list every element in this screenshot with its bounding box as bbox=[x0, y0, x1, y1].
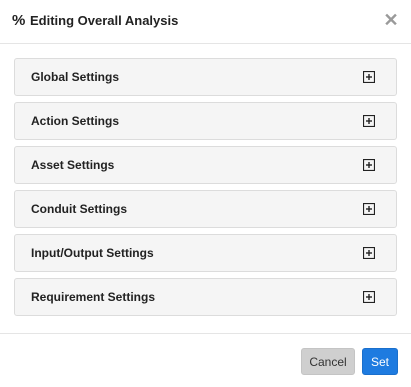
plus-square-icon[interactable] bbox=[363, 291, 375, 303]
panel-input-output-settings[interactable]: Input/Output Settings bbox=[14, 234, 397, 272]
panel-requirement-settings[interactable]: Requirement Settings bbox=[14, 278, 397, 316]
plus-square-icon[interactable] bbox=[363, 203, 375, 215]
panel-label: Conduit Settings bbox=[31, 202, 127, 216]
panel-label: Requirement Settings bbox=[31, 290, 156, 304]
cancel-button[interactable]: Cancel bbox=[301, 348, 355, 375]
dialog-title: Editing Overall Analysis bbox=[30, 13, 179, 28]
panel-global-settings[interactable]: Global Settings bbox=[14, 58, 397, 96]
panel-asset-settings[interactable]: Asset Settings bbox=[14, 146, 397, 184]
plus-square-icon[interactable] bbox=[363, 159, 375, 171]
panel-label: Action Settings bbox=[31, 114, 120, 128]
set-button[interactable]: Set bbox=[362, 348, 398, 375]
settings-panels: Global Settings Action Settings Asset Se… bbox=[14, 58, 397, 322]
dialog-footer: Cancel Set bbox=[0, 333, 411, 387]
close-icon[interactable]: ✕ bbox=[383, 11, 399, 29]
dialog-header: % Editing Overall Analysis ✕ bbox=[0, 0, 411, 44]
plus-square-icon[interactable] bbox=[363, 247, 375, 259]
panel-label: Asset Settings bbox=[31, 158, 115, 172]
panel-conduit-settings[interactable]: Conduit Settings bbox=[14, 190, 397, 228]
panel-label: Input/Output Settings bbox=[31, 246, 154, 260]
plus-square-icon[interactable] bbox=[363, 71, 375, 83]
panel-label: Global Settings bbox=[31, 70, 120, 84]
percent-icon: % bbox=[12, 12, 26, 29]
panel-action-settings[interactable]: Action Settings bbox=[14, 102, 397, 140]
plus-square-icon[interactable] bbox=[363, 115, 375, 127]
edit-dialog: % Editing Overall Analysis ✕ Global Sett… bbox=[0, 0, 411, 387]
